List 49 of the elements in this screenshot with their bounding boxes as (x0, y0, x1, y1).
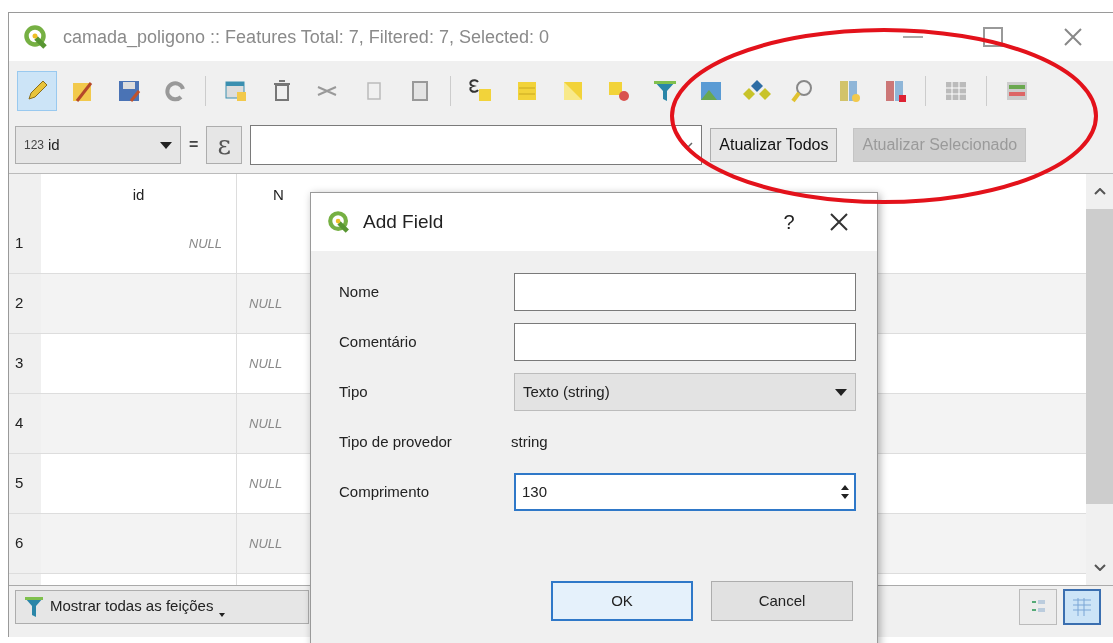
help-button[interactable]: ? (769, 207, 809, 237)
caret-icon (835, 388, 847, 396)
spin-arrows-icon[interactable] (840, 483, 850, 501)
null-value: NULL (249, 414, 283, 433)
dialog-button[interactable]: Cancel (711, 581, 853, 621)
field-label: Comprimento (339, 481, 431, 502)
type-dropdown[interactable]: Texto (string) (514, 373, 856, 411)
show-features-button[interactable]: Mostrar todas as feições (15, 589, 309, 624)
row-number[interactable]: 5 (9, 454, 41, 513)
field-dropdown[interactable]: 123 id (15, 126, 181, 164)
text-field[interactable] (514, 273, 856, 311)
field-label: Nome (339, 281, 380, 302)
dialog-button[interactable]: OK (551, 581, 693, 621)
minimize-icon (903, 36, 923, 38)
view-toggle-button[interactable] (1063, 588, 1101, 625)
maximize-icon (983, 27, 1003, 47)
update-button[interactable]: Atualizar Todos (710, 128, 838, 162)
field-type-label: 123 (24, 137, 45, 154)
field-label: Tipo de provedor (339, 431, 453, 452)
scrollbar-thumb[interactable] (1086, 209, 1113, 504)
null-value: NULL (188, 234, 222, 253)
provider-type-value: string (511, 431, 548, 452)
null-value: NULL (249, 474, 283, 493)
close-icon (830, 213, 848, 231)
app-logo-icon (327, 210, 351, 234)
field-label: Tipo (339, 381, 369, 402)
null-value: NULL (249, 294, 283, 313)
field-name: id (48, 134, 60, 155)
toolbar-button[interactable] (17, 71, 57, 111)
dialog-title: Add Field (363, 209, 444, 234)
window-title: camada_poligono :: Features Total: 7, Filtered: 7, Selected: 0 (63, 25, 549, 50)
null-value: NULL (249, 534, 283, 553)
operator-label: = (189, 135, 199, 155)
row-number[interactable]: 1 (9, 214, 41, 273)
scroll-down-icon[interactable] (1093, 564, 1106, 571)
expression-field[interactable] (250, 125, 703, 165)
null-value: NULL (249, 354, 283, 373)
scroll-up-icon[interactable] (1093, 188, 1106, 195)
caret-icon (160, 141, 172, 149)
app-logo-icon (23, 24, 49, 50)
text-field[interactable] (514, 323, 856, 361)
caret-icon (219, 612, 226, 617)
close-icon (1063, 27, 1083, 47)
expression-button[interactable]: ε (206, 126, 243, 164)
funnel-icon (24, 595, 44, 618)
field-label: Comentário (339, 331, 418, 352)
row-number[interactable]: 3 (9, 334, 41, 393)
view-toggle-button[interactable] (1019, 588, 1057, 625)
length-spinbox[interactable]: 130 (514, 473, 856, 511)
